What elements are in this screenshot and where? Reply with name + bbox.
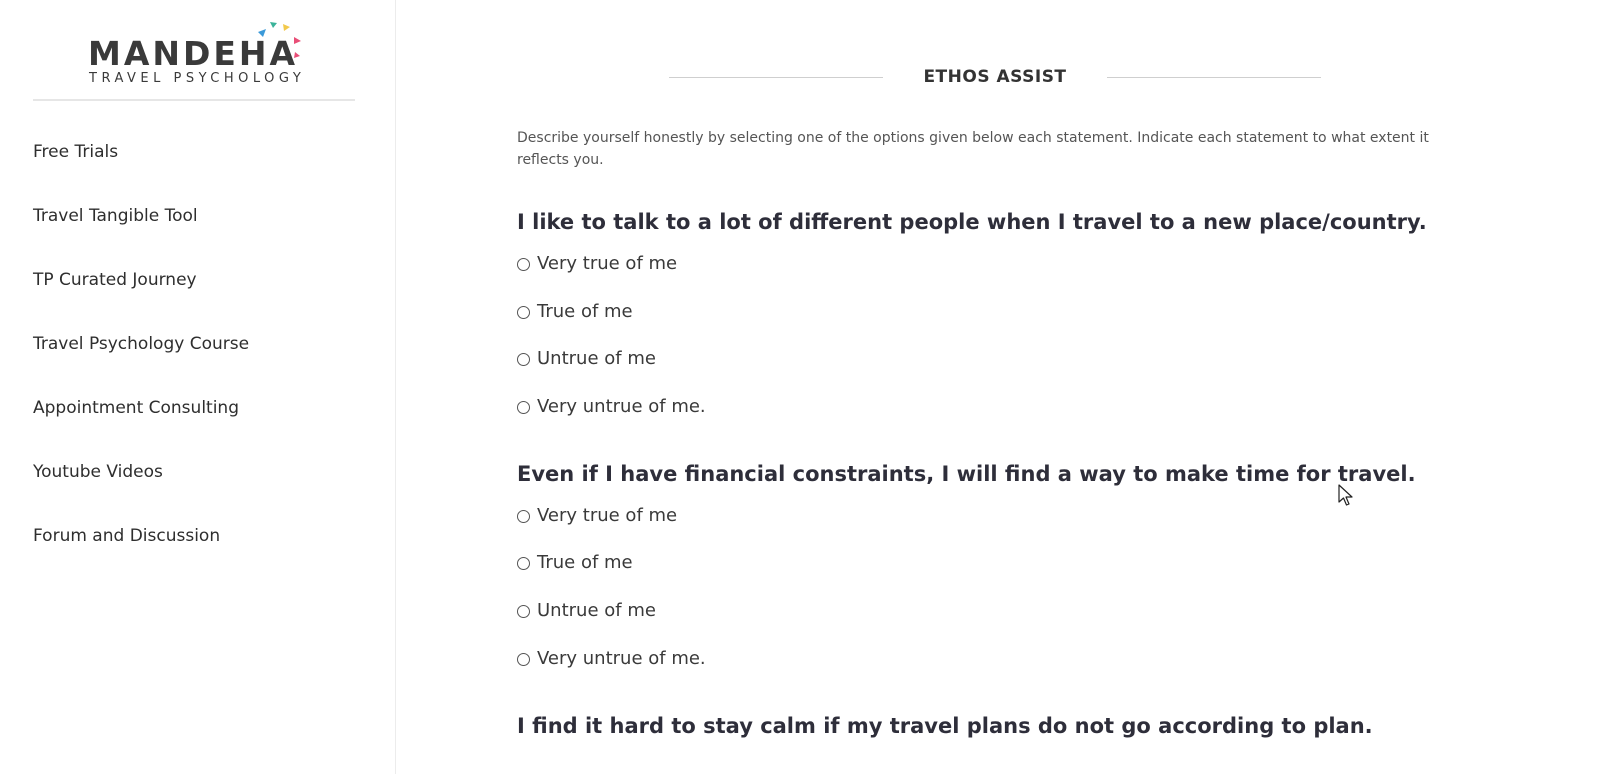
q2-option-true[interactable]: True of me (517, 551, 1577, 599)
option-label: True of me (537, 300, 633, 322)
sidebar-item-forum-and-discussion[interactable]: Forum and Discussion (33, 526, 249, 590)
mark-triangle-yellow (283, 24, 290, 31)
question-1: I like to talk to a lot of different peo… (517, 206, 1577, 443)
option-label: Very untrue of me. (537, 396, 706, 418)
question-3-text: I find it hard to stay calm if my travel… (517, 713, 1373, 738)
radio-button[interactable] (517, 557, 530, 571)
question-1-options: Very true of me True of me Untrue of me … (517, 252, 1577, 443)
option-label: Very true of me (537, 253, 678, 274)
title-divider-right (1107, 77, 1321, 78)
sidebar-item-appointment-consulting[interactable]: Appointment Consulting (33, 398, 249, 462)
q1-option-very-untrue[interactable]: Very untrue of me. (517, 395, 1577, 443)
q1-option-untrue[interactable]: Untrue of me (517, 347, 1577, 395)
q2-option-very-untrue[interactable]: Very untrue of me. (517, 647, 1577, 695)
option-label: Untrue of me (537, 600, 656, 622)
mark-triangle-pink (294, 37, 301, 44)
sidebar-item-tp-curated-journey[interactable]: TP Curated Journey (33, 270, 249, 334)
sidebar-item-youtube-videos[interactable]: Youtube Videos (33, 462, 249, 526)
question-3: I find it hard to stay calm if my travel… (517, 710, 1577, 748)
radio-button[interactable] (517, 605, 530, 619)
mark-triangle-green (270, 22, 277, 28)
sidebar-item-free-trials[interactable]: Free Trials (33, 142, 249, 206)
sidebar: MANDEHA TRAVEL PSYCHOLOGY Free Trials Tr… (0, 0, 396, 774)
q2-option-untrue[interactable]: Untrue of me (517, 599, 1577, 647)
sidebar-divider (33, 99, 355, 101)
option-label: Untrue of me (537, 348, 656, 370)
sidebar-item-travel-tangible-tool[interactable]: Travel Tangible Tool (33, 206, 249, 270)
brand-logo[interactable]: MANDEHA TRAVEL PSYCHOLOGY (88, 18, 310, 88)
radio-button[interactable] (517, 401, 530, 415)
instructions-text: Describe yourself honestly by selecting … (517, 130, 1429, 168)
questionnaire: I like to talk to a lot of different peo… (517, 206, 1577, 763)
confetti-mark-icon (258, 22, 301, 58)
radio-button[interactable] (517, 353, 530, 367)
mark-triangle-pink-small (294, 52, 300, 58)
option-label: Very true of me (537, 504, 678, 526)
radio-button[interactable] (517, 652, 530, 666)
app-window: MANDEHA TRAVEL PSYCHOLOGY Free Trials Tr… (0, 0, 1600, 774)
page-title-block: ETHOS ASSIST (669, 64, 1321, 94)
question-2-options: Very true of me True of me Untrue of me … (517, 504, 1577, 695)
option-label: True of me (537, 552, 633, 574)
radio-button[interactable] (517, 305, 530, 319)
q2-option-very-true[interactable]: Very true of me (517, 504, 1577, 552)
question-2: Even if I have financial constraints, I … (517, 458, 1577, 695)
main-content: ETHOS ASSIST Describe yourself honestly … (396, 0, 1600, 774)
radio-button[interactable] (517, 509, 530, 523)
question-1-text: I like to talk to a lot of different peo… (517, 210, 1427, 234)
option-label: Very untrue of me. (537, 647, 706, 669)
sidebar-item-travel-psychology-course[interactable]: Travel Psychology Course (33, 334, 249, 398)
q1-option-true[interactable]: True of me (517, 300, 1577, 348)
q1-option-very-true[interactable]: Very true of me (517, 252, 1577, 300)
brand-tagline: TRAVEL PSYCHOLOGY (89, 71, 306, 86)
radio-button[interactable] (517, 258, 530, 271)
question-2-text: Even if I have financial constraints, I … (517, 461, 1416, 486)
sidebar-nav: Free Trials Travel Tangible Tool TP Cura… (33, 142, 249, 590)
mark-triangle-blue (258, 29, 266, 37)
